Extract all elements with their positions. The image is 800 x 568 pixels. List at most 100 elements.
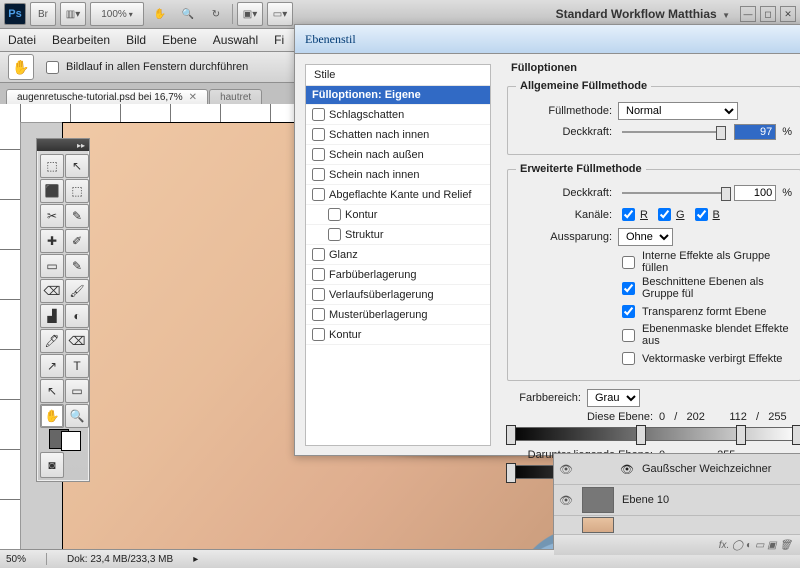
- zoom-quick-icon[interactable]: 🔍: [176, 3, 200, 25]
- workspace-menu[interactable]: Standard Workflow Matthias ▼: [556, 7, 730, 21]
- tool-11[interactable]: 🖌: [65, 279, 89, 303]
- minimize-button[interactable]: —: [740, 6, 756, 22]
- layer-thumbnail[interactable]: [582, 517, 614, 533]
- status-zoom[interactable]: 50%: [6, 554, 26, 565]
- advanced-option[interactable]: Interne Effekte als Gruppe füllen: [618, 250, 792, 274]
- tool-18[interactable]: ↖: [40, 379, 64, 403]
- tool-10[interactable]: ⌫: [40, 279, 64, 303]
- rotate-view-icon[interactable]: ↻: [204, 3, 228, 25]
- knockout-select[interactable]: Ohne: [618, 228, 673, 246]
- tools-panel[interactable]: ▸▸ ⬚↖⬛⬚✂✎✚✐▭✎⌫🖌▟◐🖊⌫↗T↖▭✋🔍◙: [36, 138, 90, 482]
- style-item[interactable]: Kontur: [306, 325, 490, 345]
- opacity-input[interactable]: [734, 124, 776, 140]
- arrange-button[interactable]: ▣▾: [237, 2, 263, 26]
- channel-b-checkbox[interactable]: B: [691, 205, 720, 224]
- scroll-all-checkbox[interactable]: Bildlauf in allen Fenstern durchführen: [42, 58, 248, 77]
- tool-1[interactable]: ↖: [65, 154, 89, 178]
- tool-17[interactable]: T: [65, 354, 89, 378]
- fill-options-group: Fülloptionen: [507, 62, 800, 74]
- advanced-option[interactable]: Beschnittene Ebenen als Gruppe fül: [618, 276, 792, 300]
- blend-if-select[interactable]: Grau: [587, 389, 640, 407]
- style-item[interactable]: Musterüberlagerung: [306, 305, 490, 325]
- style-item[interactable]: Schein nach innen: [306, 165, 490, 185]
- styles-list-header: Stile: [306, 65, 490, 86]
- fill-opacity-slider[interactable]: [622, 186, 724, 200]
- close-button[interactable]: ✕: [780, 6, 796, 22]
- status-doc-size[interactable]: Dok: 23,4 MB/233,3 MB: [67, 554, 173, 565]
- tool-19[interactable]: ▭: [65, 379, 89, 403]
- tool-4[interactable]: ✂: [40, 204, 64, 228]
- color-swatch[interactable]: [49, 429, 81, 451]
- channel-r-checkbox[interactable]: R: [618, 205, 648, 224]
- layer-row[interactable]: 👁 Ebene 10: [554, 485, 800, 516]
- blend-mode-select[interactable]: Normal: [618, 102, 738, 120]
- style-item[interactable]: Farbüberlagerung: [306, 265, 490, 285]
- style-item[interactable]: Kontur: [306, 205, 490, 225]
- smart-filter-row[interactable]: 👁 👁 Gaußscher Weichzeichner: [554, 454, 800, 485]
- zoom-level-combo[interactable]: 100%▾: [90, 2, 144, 26]
- advanced-option[interactable]: Transparenz formt Ebene: [618, 302, 792, 321]
- tool-8[interactable]: ▭: [40, 254, 64, 278]
- tool-21[interactable]: 🔍: [65, 404, 89, 428]
- tool-6[interactable]: ✚: [40, 229, 64, 253]
- layers-buttons[interactable]: fx. ◯ ◐ ▭ ▣ 🗑: [554, 535, 800, 555]
- eye-icon: 👁: [620, 463, 634, 476]
- style-item[interactable]: Schatten nach innen: [306, 125, 490, 145]
- advanced-option[interactable]: Vektormaske verbirgt Effekte: [618, 349, 792, 368]
- menu-filter[interactable]: Fi: [274, 33, 284, 47]
- bridge-button[interactable]: Br: [30, 2, 56, 26]
- visibility-icon[interactable]: [558, 517, 574, 533]
- style-item[interactable]: Verlaufsüberlagerung: [306, 285, 490, 305]
- opacity-slider[interactable]: [622, 125, 724, 139]
- menu-bearbeiten[interactable]: Bearbeiten: [52, 33, 110, 47]
- tool-0[interactable]: ⬚: [40, 154, 64, 178]
- collapse-icon[interactable]: ▸▸: [77, 141, 85, 150]
- dialog-title-bar[interactable]: Ebenenstil: [295, 25, 800, 54]
- advanced-option[interactable]: Ebenenmaske blendet Effekte aus: [618, 323, 792, 347]
- visibility-icon[interactable]: 👁: [558, 492, 574, 508]
- tab-augenretusche[interactable]: augenretusche-tutorial.psd bei 16,7%✕: [6, 89, 208, 105]
- fill-opacity-input[interactable]: [734, 185, 776, 201]
- style-item[interactable]: Schlagschatten: [306, 105, 490, 125]
- orient-button[interactable]: ▥▾: [60, 2, 86, 26]
- tab-hautretusche[interactable]: hautret: [209, 89, 262, 105]
- menu-datei[interactable]: Datei: [8, 33, 36, 47]
- style-item[interactable]: Fülloptionen: Eigene: [306, 86, 490, 105]
- layers-panel: 👁 👁 Gaußscher Weichzeichner 👁 Ebene 10 f…: [553, 453, 800, 550]
- quick-mask-button[interactable]: ◙: [40, 452, 64, 478]
- tool-12[interactable]: ▟: [40, 304, 64, 328]
- ruler-origin[interactable]: [0, 104, 21, 123]
- maximize-button[interactable]: ◻: [760, 6, 776, 22]
- tool-15[interactable]: ⌫: [65, 329, 89, 353]
- tool-14[interactable]: 🖊: [40, 329, 64, 353]
- channel-g-checkbox[interactable]: G: [654, 205, 685, 224]
- tool-9[interactable]: ✎: [65, 254, 89, 278]
- layer-thumbnail[interactable]: [582, 487, 614, 513]
- tool-7[interactable]: ✐: [65, 229, 89, 253]
- layer-name[interactable]: Ebene 10: [622, 494, 669, 506]
- menu-auswahl[interactable]: Auswahl: [213, 33, 258, 47]
- ruler-vertical[interactable]: [0, 122, 21, 550]
- close-icon[interactable]: ✕: [189, 92, 197, 103]
- style-item[interactable]: Glanz: [306, 245, 490, 265]
- tools-header[interactable]: ▸▸: [37, 139, 89, 151]
- blend-if-label: Farbbereich:: [507, 392, 581, 404]
- tool-2[interactable]: ⬛: [40, 179, 64, 203]
- tool-5[interactable]: ✎: [65, 204, 89, 228]
- style-item[interactable]: Struktur: [306, 225, 490, 245]
- tool-3[interactable]: ⬚: [65, 179, 89, 203]
- layer-row[interactable]: [554, 516, 800, 535]
- visibility-icon[interactable]: 👁: [558, 461, 574, 477]
- tool-16[interactable]: ↗: [40, 354, 64, 378]
- style-item[interactable]: Abgeflachte Kante und Relief: [306, 185, 490, 205]
- menu-ebene[interactable]: Ebene: [162, 33, 197, 47]
- this-layer-gradient[interactable]: [507, 427, 800, 441]
- screen-mode-button[interactable]: ▭▾: [267, 2, 293, 26]
- tool-20[interactable]: ✋: [40, 404, 64, 428]
- style-item[interactable]: Schein nach außen: [306, 145, 490, 165]
- chevron-right-icon[interactable]: ▸: [193, 554, 198, 565]
- tool-13[interactable]: ◐: [65, 304, 89, 328]
- current-tool-icon[interactable]: ✋: [8, 54, 34, 80]
- menu-bild[interactable]: Bild: [126, 33, 146, 47]
- hand-quick-icon[interactable]: ✋: [148, 3, 172, 25]
